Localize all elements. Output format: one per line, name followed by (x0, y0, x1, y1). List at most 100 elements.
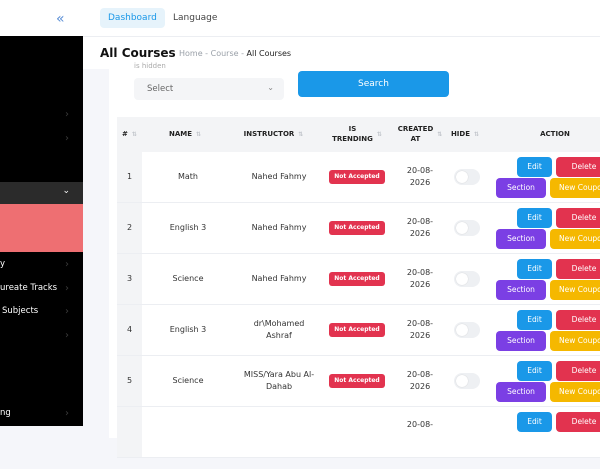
date-line-2: 2026 (409, 280, 431, 289)
date-line-1: 20-08- (406, 319, 434, 329)
col-hide[interactable]: HIDE ⇅ (445, 117, 485, 152)
new-coupon-button[interactable]: New Coupo (550, 280, 600, 300)
hide-toggle[interactable] (454, 220, 480, 236)
status-badge: Not Accepted (329, 373, 385, 389)
chevron-down-icon: ⌄ (62, 186, 70, 196)
sidebar-subitem-active[interactable] (0, 204, 83, 252)
section-button[interactable]: Section (496, 280, 546, 300)
date-line-1: 20-08- (406, 370, 434, 380)
row-index: 1 (117, 152, 142, 202)
trending-cell: Not Accepted (324, 305, 390, 355)
edit-button[interactable]: Edit (517, 208, 552, 228)
date-line-2: 2026 (409, 178, 431, 187)
delete-button[interactable]: Delete (556, 157, 600, 177)
trending-cell: Not Accepted (324, 203, 390, 253)
collapse-sidebar-icon[interactable]: « (56, 11, 65, 27)
edit-button[interactable]: Edit (517, 412, 552, 432)
table-row: 3 Science Nahed Fahmy Not Accepted 20-08… (117, 254, 600, 305)
sort-icon: ⇅ (298, 130, 304, 138)
toggle-knob (456, 273, 468, 285)
new-coupon-button[interactable]: New Coupo (550, 178, 600, 198)
trending-cell: Not Accepted (324, 356, 390, 406)
col-instructor[interactable]: INSTRUCTOR ⇅ (228, 117, 319, 152)
sidebar-item-subjects[interactable]: Subjects › (0, 303, 83, 323)
section-button[interactable]: Section (496, 382, 546, 402)
hide-cell (452, 305, 482, 355)
date-line-1: 20-08- (406, 166, 434, 176)
sidebar-item[interactable]: ng › (0, 405, 83, 425)
hide-toggle[interactable] (454, 169, 480, 185)
hide-toggle[interactable] (454, 271, 480, 287)
instructor-line-2: Ashraf (266, 331, 292, 340)
created-date: 20-08- 2026 (395, 356, 445, 406)
search-button[interactable]: Search (298, 71, 449, 97)
toggle-knob (456, 324, 468, 336)
hide-toggle[interactable] (454, 373, 480, 389)
chevron-right-icon: › (65, 408, 69, 419)
course-name: Math (177, 172, 198, 182)
delete-button[interactable]: Delete (556, 310, 600, 330)
sidebar-item-label: Subjects (2, 306, 39, 316)
hidden-filter-select[interactable]: Select ⌄ (134, 78, 284, 100)
sidebar-item-tracks[interactable]: ureate Tracks › (0, 280, 83, 300)
sort-icon: ⇅ (474, 130, 480, 138)
table-row: 2 English 3 Nahed Fahmy Not Accepted 20-… (117, 203, 600, 254)
chevron-right-icon: › (65, 259, 69, 270)
new-coupon-button[interactable]: New Coupo (550, 331, 600, 351)
sidebar-item-label: ng (0, 408, 11, 418)
hide-cell (452, 356, 482, 406)
edit-button[interactable]: Edit (517, 310, 552, 330)
delete-button[interactable]: Delete (556, 412, 600, 432)
row-index: 2 (117, 203, 142, 253)
instructor-name: Nahed Fahmy (234, 152, 324, 202)
new-coupon-button[interactable]: New Coupo (550, 229, 600, 249)
breadcrumb-course[interactable]: Course (211, 49, 239, 58)
delete-button[interactable]: Delete (556, 361, 600, 381)
col-created-label-2: AT (410, 134, 421, 143)
col-index[interactable]: # ⇅ (117, 117, 142, 152)
table-row: 1 Math Nahed Fahmy Not Accepted 20-08- 20… (117, 152, 600, 203)
course-name: English 3 (169, 223, 207, 233)
instructor-name: Nahed Fahmy (234, 203, 324, 253)
section-button[interactable]: Section (496, 331, 546, 351)
delete-button[interactable]: Delete (556, 259, 600, 279)
delete-button[interactable]: Delete (556, 208, 600, 228)
sidebar-item-label: ureate Tracks (0, 283, 58, 293)
sidebar-item-label: y (0, 259, 6, 269)
breadcrumb-home[interactable]: Home (179, 49, 203, 58)
section-button[interactable]: Section (496, 178, 546, 198)
hide-toggle[interactable] (454, 322, 480, 338)
edit-button[interactable]: Edit (517, 157, 552, 177)
date-line-2: 2026 (409, 382, 431, 391)
sidebar: « › › ⌄ y › ureate Tracks › Subjects › ›… (0, 0, 83, 426)
sidebar-item-courses[interactable]: ⌄ (0, 182, 83, 204)
sidebar-item[interactable]: › (0, 327, 83, 347)
tab-language[interactable]: Language (165, 8, 225, 28)
chevron-right-icon: › (65, 283, 69, 294)
col-trending-label-1: IS (348, 125, 357, 134)
col-trending[interactable]: IS TRENDING ⇅ (319, 117, 395, 152)
col-created[interactable]: CREATED AT ⇅ (395, 117, 445, 152)
new-coupon-button[interactable]: New Coupo (550, 382, 600, 402)
created-date: 20-08- (395, 407, 445, 469)
status-badge: Not Accepted (329, 169, 385, 185)
breadcrumb-current: All Courses (246, 49, 292, 58)
table-row: 20-08- Edit Delete (117, 407, 600, 458)
section-button[interactable]: Section (496, 229, 546, 249)
table-row: 4 English 3 dr\Mohamed Ashraf Not Accepte… (117, 305, 600, 356)
instructor-name: dr\Mohamed Ashraf (234, 305, 324, 355)
col-name[interactable]: NAME ⇅ (142, 117, 228, 152)
toggle-knob (456, 171, 468, 183)
top-navbar: Dashboard Language (83, 0, 600, 62)
sidebar-item[interactable]: y › (0, 256, 83, 276)
sidebar-item[interactable]: › (0, 130, 83, 150)
col-instructor-label: INSTRUCTOR (243, 129, 295, 138)
date-line-1: 20-08- (406, 268, 434, 278)
sidebar-item[interactable]: › (0, 106, 83, 126)
edit-button[interactable]: Edit (517, 259, 552, 279)
course-name: Science (172, 376, 204, 386)
hide-cell (452, 152, 482, 202)
tab-dashboard[interactable]: Dashboard (100, 8, 165, 28)
edit-button[interactable]: Edit (517, 361, 552, 381)
chevron-right-icon: › (65, 330, 69, 341)
